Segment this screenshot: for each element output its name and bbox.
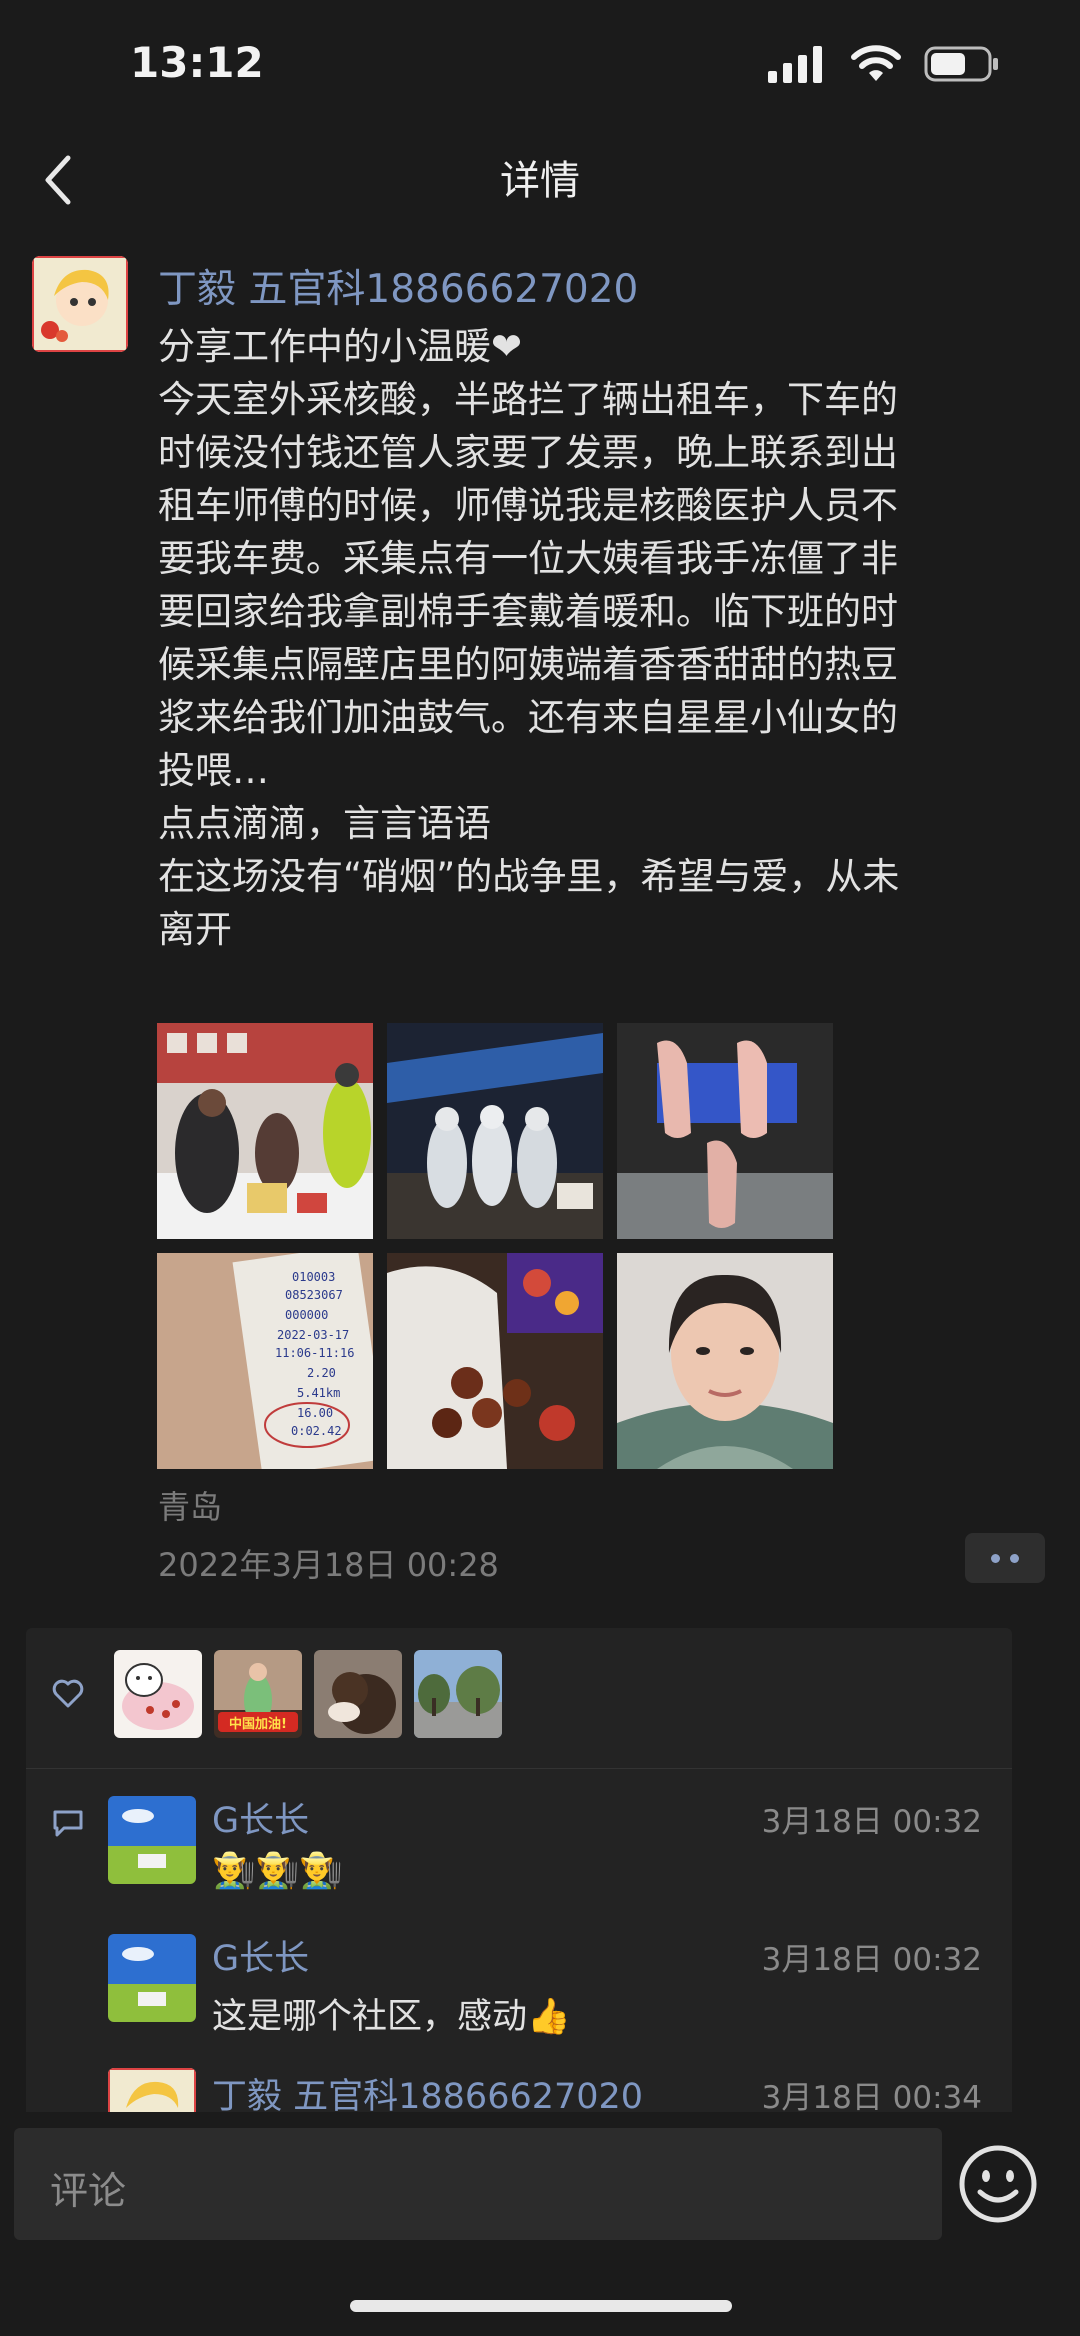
comment-time: 3月18日 00:32 [761, 1942, 982, 1978]
post-body: 分享工作中的小温暖❤ 今天室外采核酸，半路拦了辆出租车，下车的 时候没付钱还管人… [158, 320, 1048, 956]
comment-author[interactable]: G长长 [212, 1792, 309, 1843]
interaction-panel: 中国加油! [26, 1628, 1012, 2128]
nav-bar: 详情 [0, 130, 1080, 230]
commenter-avatar[interactable] [108, 1934, 196, 2022]
more-actions-button[interactable] [965, 1533, 1045, 1583]
post-line: 今天室外采核酸，半路拦了辆出租车，下车的 [158, 378, 898, 421]
post-line: 候采集点隔壁店里的阿姨端着香香甜甜的热豆 [158, 643, 898, 686]
page-title: 详情 [500, 158, 580, 204]
photo-grid: 010003 08523067 000000 2022-03-17 11:06-… [157, 1023, 835, 1469]
liker-avatar[interactable] [114, 1650, 202, 1738]
wifi-icon [851, 45, 901, 81]
post-line: 浆来给我们加油鼓气。还有来自星星小仙女的 [158, 696, 898, 739]
post-line: 离开 [158, 908, 232, 951]
post-line: 投喂… [158, 749, 269, 792]
post-line: 要回家给我拿副棉手套戴着暖和。临下班的时 [158, 590, 898, 633]
receipt-line: 0:02.42 [291, 1424, 342, 1438]
emoji-icon[interactable] [956, 2142, 1040, 2226]
photo-thumbnail[interactable] [617, 1023, 833, 1239]
receipt-line: 16.00 [297, 1406, 333, 1420]
status-time: 13:12 [130, 38, 264, 87]
battery-icon [924, 46, 998, 82]
post-location[interactable]: 青岛 [158, 1482, 222, 1528]
liker-avatar[interactable] [414, 1650, 502, 1738]
commenter-avatar[interactable] [108, 1796, 196, 1884]
post-author-name[interactable]: 丁毅 五官科18866627020 [158, 258, 638, 314]
comment-author[interactable]: G长长 [212, 1930, 309, 1981]
post-line: 时候没付钱还管人家要了发票，晚上联系到出 [158, 431, 898, 474]
post-line: 分享工作中的小温暖❤ [158, 325, 523, 368]
photo-thumbnail[interactable] [157, 1023, 373, 1239]
divider [26, 1768, 1012, 1769]
post-line: 在这场没有“硝烟”的战争里，希望与爱，从未 [158, 855, 900, 898]
heart-icon [52, 1679, 84, 1708]
liker-avatar[interactable] [314, 1650, 402, 1738]
comment-input-placeholder: 评论 [50, 2169, 127, 2213]
post-line: 点点滴滴，言言语语 [158, 802, 491, 845]
home-indicator[interactable] [350, 2300, 732, 2312]
photo-thumbnail[interactable] [387, 1253, 603, 1469]
likes-row: 中国加油! [26, 1628, 1012, 1768]
comment-input[interactable]: 评论 [14, 2128, 942, 2240]
post-line: 要我车费。采集点有一位大姨看我手冻僵了非 [158, 537, 898, 580]
author-avatar[interactable] [32, 256, 128, 352]
receipt-line: 5.41km [297, 1386, 340, 1400]
post-date: 2022年3月18日 00:28 [158, 1546, 499, 1584]
comment-time: 3月18日 00:32 [761, 1804, 982, 1840]
status-bar: 13:12 [0, 0, 1080, 130]
comment-text: 这是哪个社区，感动👍 [212, 1997, 571, 2037]
comment-time: 3月18日 00:34 [761, 2080, 982, 2116]
receipt-line: 08523067 [285, 1288, 343, 1302]
status-icons [768, 45, 1000, 83]
receipt-line: 2022-03-17 [277, 1328, 349, 1342]
comment-text: 👨‍🌾👨‍🌾👨‍🌾 [212, 1851, 343, 1891]
signal-icon [768, 46, 822, 83]
receipt-line: 000000 [285, 1308, 328, 1322]
receipt-line: 010003 [292, 1270, 335, 1284]
receipt-line: 2.20 [307, 1366, 336, 1380]
comment-bar: 评论 [0, 2112, 1080, 2336]
liker-avatar[interactable]: 中国加油! [214, 1650, 302, 1738]
photo-thumbnail[interactable]: 010003 08523067 000000 2022-03-17 11:06-… [157, 1253, 373, 1469]
badge-text: 中国加油! [229, 1716, 287, 1732]
photo-thumbnail[interactable] [387, 1023, 603, 1239]
dot-icon [1010, 1553, 1019, 1563]
receipt-line: 11:06-11:16 [275, 1346, 354, 1360]
post-line: 租车师傅的时候，师傅说我是核酸医护人员不 [158, 484, 898, 527]
comment-icon [53, 1810, 83, 1837]
dot-icon [991, 1553, 1000, 1563]
photo-thumbnail[interactable] [617, 1253, 833, 1469]
